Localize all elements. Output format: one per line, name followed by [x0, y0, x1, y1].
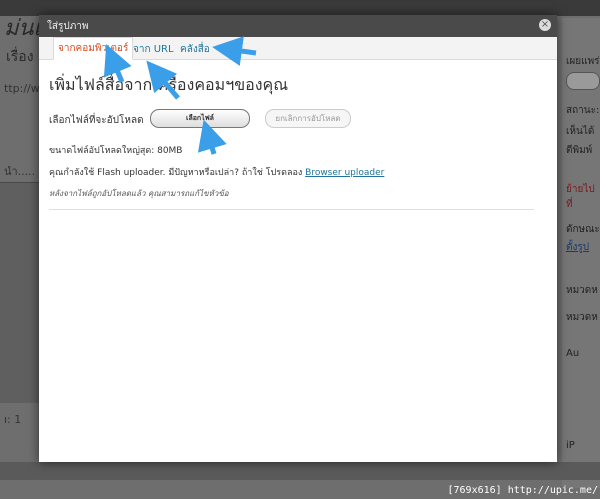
after-upload-note: หลังจากไฟล์ถูกอัปโหลดแล้ว คุณสามารถแก้ไข…	[49, 189, 229, 198]
background-topbar	[0, 0, 600, 16]
flash-uploader-notice: คุณกำลังใช้ Flash uploader. มีปัญหาหรือเ…	[49, 165, 384, 179]
background-sidebar-item: ตีพิมพ์	[566, 145, 593, 156]
choose-file-label: เลือกไฟล์ที่จะอัปโหลด	[49, 115, 144, 126]
background-subtitle: เรื่อง	[6, 49, 34, 65]
background-sidebar-item: สถานะ:	[566, 105, 600, 116]
tab-from-computer[interactable]: จากคอมพิวเตอร์	[53, 37, 134, 60]
background-sidebar-item: iP	[566, 440, 575, 451]
browser-uploader-link[interactable]: Browser uploader	[305, 168, 384, 178]
background-sidebar-item: เผยแพร่	[566, 56, 600, 67]
watermark: [769x616] http://upic.me/	[447, 485, 598, 496]
background-sidebar-item: Au	[566, 348, 580, 359]
background-sidebar-item: หมวดห	[566, 312, 598, 323]
dialog-title: ใส่รูปภาพ	[47, 21, 89, 32]
background-left-item: ı: 1	[4, 413, 22, 426]
max-upload-size: ขนาดไฟล์อัปโหลดใหญ่สุด: 80MB	[49, 146, 183, 156]
background-sidebar-item: เห็นได้	[566, 126, 595, 137]
close-icon[interactable]: ×	[539, 19, 551, 31]
page-title: เพิ่มไฟล์สื่อจากเครื่องคอมฯของคุณ	[49, 75, 289, 94]
background-left-item: นำ.....	[4, 165, 36, 178]
background-sidebar-item: ดักษณะ	[566, 224, 600, 235]
background-panel	[0, 182, 40, 403]
background-sidebar-item: ตั้งรูป	[566, 242, 590, 253]
select-files-button[interactable]: เลือกไฟล์	[150, 109, 250, 128]
tab-from-url[interactable]: จาก URL	[133, 42, 174, 57]
flash-uploader-text: คุณกำลังใช้ Flash uploader. มีปัญหาหรือเ…	[49, 168, 303, 178]
divider	[49, 209, 534, 210]
background-left-item: ttp://w	[4, 82, 40, 95]
cancel-upload-button[interactable]: ยกเลิกการอัปโหลด	[265, 109, 351, 128]
background-bottombar	[0, 462, 600, 480]
background-sidebar-item: ย้ายไปที่	[566, 184, 595, 210]
background-save-button	[566, 72, 600, 90]
tab-media-library[interactable]: คลังสื่อ	[180, 42, 210, 57]
background-sidebar-item: หมวดห	[566, 285, 598, 296]
tab-bar: จากคอมพิวเตอร์ จาก URL คลังสื่อ	[39, 37, 557, 60]
dialog-header: ใส่รูปภาพ ×	[39, 15, 557, 38]
insert-image-dialog: ใส่รูปภาพ × จากคอมพิวเตอร์ จาก URL คลังส…	[39, 15, 557, 462]
